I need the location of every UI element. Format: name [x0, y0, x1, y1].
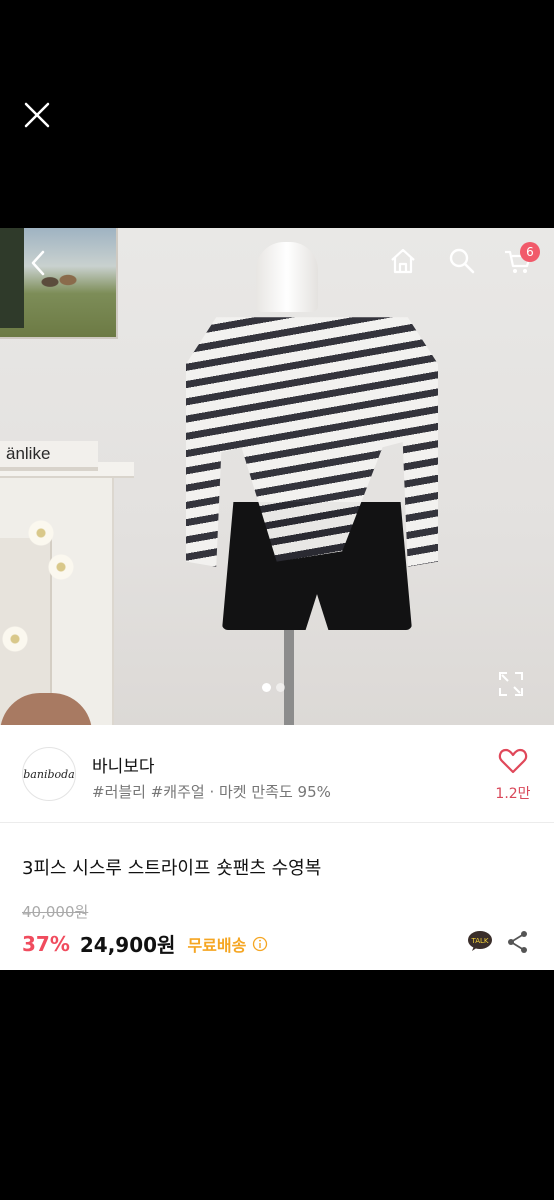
shop-name[interactable]: 바니보다	[92, 752, 155, 777]
sale-price: 24,900원	[79, 933, 176, 957]
heart-icon	[498, 748, 528, 774]
carousel-dot[interactable]	[262, 683, 271, 692]
flower	[2, 626, 28, 652]
wall-painting	[0, 228, 118, 339]
mannequin-stand	[284, 628, 294, 725]
share-icon	[508, 931, 527, 953]
like-count: 1.2만	[495, 786, 531, 802]
flower	[28, 520, 54, 546]
mantel	[0, 478, 114, 725]
kakaotalk-button[interactable]: TALK	[467, 930, 493, 952]
home-button[interactable]	[388, 246, 418, 276]
carousel-indicator	[262, 683, 285, 692]
book: änlike	[0, 441, 98, 471]
close-button[interactable]	[22, 100, 52, 130]
shop-tags: #러블리 #캐주얼 · 마켓 만족도 95%	[92, 783, 331, 801]
svg-text:TALK: TALK	[470, 937, 488, 945]
back-button[interactable]	[24, 248, 54, 278]
product-image[interactable]: änlike 6	[0, 228, 554, 725]
close-icon	[24, 102, 50, 128]
fullscreen-button[interactable]	[497, 670, 525, 698]
original-price: 40,000원	[22, 903, 89, 921]
carousel-dot[interactable]	[276, 683, 285, 692]
shop-logo[interactable]: baniboda	[22, 747, 76, 801]
cart-count-badge: 6	[520, 242, 540, 262]
product-title: 3피스 시스루 스트라이프 숏팬츠 수영복	[22, 858, 322, 879]
search-icon	[449, 248, 475, 274]
price-row: 37% 24,900원 무료배송	[22, 929, 268, 958]
kakaotalk-icon: TALK	[468, 931, 492, 951]
free-shipping-label: 무료배송	[187, 935, 247, 955]
home-icon	[391, 248, 415, 274]
expand-icon	[499, 672, 523, 696]
info-icon[interactable]	[252, 936, 268, 952]
mannequin-neck	[256, 242, 318, 312]
product-info-card: baniboda 바니보다 #러블리 #캐주얼 · 마켓 만족도 95% 1.2…	[0, 725, 554, 970]
shop-row[interactable]: baniboda 바니보다 #러블리 #캐주얼 · 마켓 만족도 95% 1.2…	[0, 725, 554, 823]
share-button[interactable]	[507, 930, 529, 954]
discount-rate: 37%	[22, 931, 70, 956]
chevron-left-icon	[31, 250, 45, 276]
search-button[interactable]	[447, 246, 477, 276]
flower	[48, 554, 74, 580]
like-button[interactable]	[498, 746, 528, 776]
